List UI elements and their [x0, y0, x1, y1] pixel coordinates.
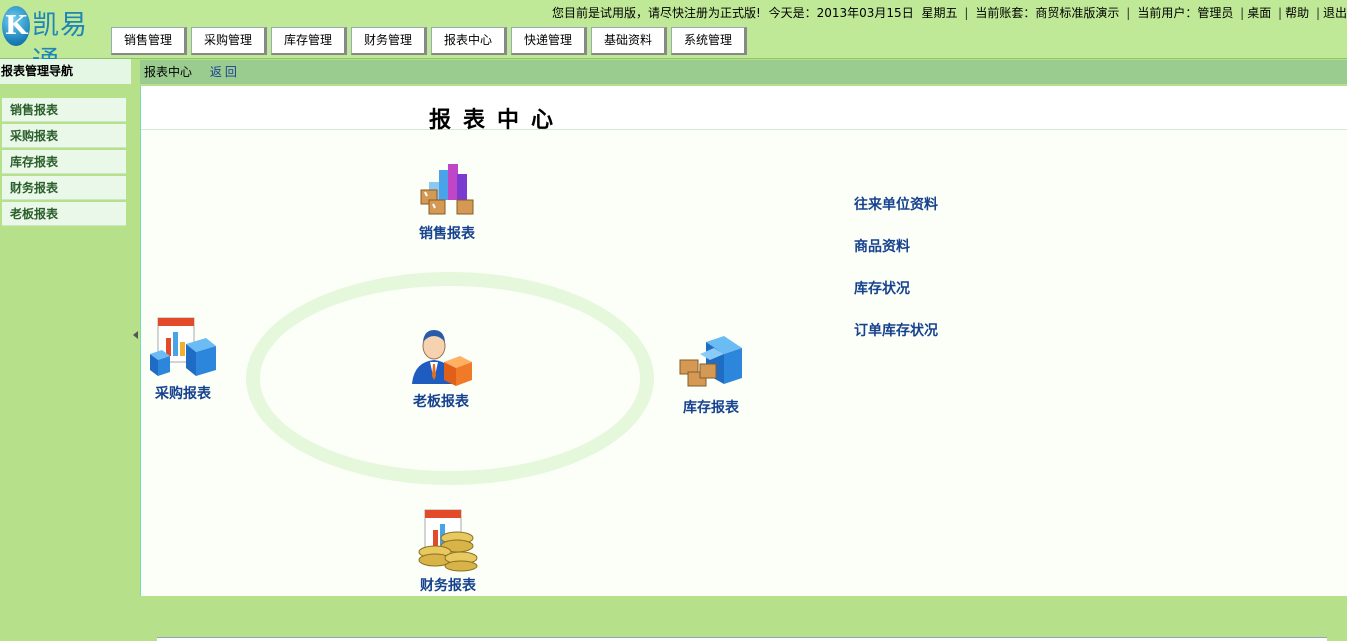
separator: |	[1315, 6, 1320, 20]
node-boss-report[interactable]: 老板报表	[406, 326, 476, 411]
desktop-link[interactable]: 桌面	[1247, 6, 1271, 20]
node-label: 老板报表	[413, 394, 469, 410]
menu-sales[interactable]: 销售管理	[111, 27, 187, 55]
node-label: 采购报表	[155, 386, 211, 402]
sidebar-item-sales-report[interactable]: 销售报表	[2, 98, 126, 122]
report-coins-icon	[418, 509, 478, 572]
separator: |	[964, 6, 969, 20]
app-logo: K 凯易通	[2, 6, 108, 77]
link-stock-status[interactable]: 库存状况	[854, 278, 938, 298]
warehouse-house-icon	[679, 336, 742, 387]
node-label: 销售报表	[419, 226, 475, 242]
sidebar-item-boss-report[interactable]: 老板报表	[2, 202, 126, 226]
node-sales-report[interactable]: 销售报表	[415, 160, 479, 243]
menu-base-data[interactable]: 基础资料	[591, 27, 667, 55]
node-inventory-report[interactable]: 库存报表	[677, 334, 745, 417]
menu-express[interactable]: 快递管理	[511, 27, 587, 55]
breadcrumb: 报表中心 返回	[140, 60, 1347, 84]
link-order-stock-status[interactable]: 订单库存状况	[854, 320, 938, 340]
menu-inventory[interactable]: 库存管理	[271, 27, 347, 55]
current-user: 当前用户：管理员	[1137, 6, 1234, 20]
back-link[interactable]: 返回	[210, 65, 240, 79]
help-link[interactable]: 帮助	[1285, 6, 1309, 20]
logout-link[interactable]: 退出	[1323, 6, 1347, 20]
report-blue-cube-icon	[150, 317, 216, 376]
separator: |	[1240, 6, 1245, 20]
node-finance-report[interactable]: 财务报表	[413, 508, 483, 595]
logo-k-icon: K	[2, 6, 30, 46]
node-purchase-report[interactable]: 采购报表	[147, 316, 219, 403]
weekday: 星期五	[921, 6, 958, 20]
sidebar-splitter[interactable]	[131, 59, 140, 596]
node-label: 财务报表	[420, 578, 476, 594]
manager-person-icon	[412, 330, 472, 386]
sidebar-item-purchase-report[interactable]: 采购报表	[2, 124, 126, 148]
sidebar-item-inventory-report[interactable]: 库存报表	[2, 150, 126, 174]
link-partner-info[interactable]: 往来单位资料	[854, 194, 938, 214]
link-product-info[interactable]: 商品资料	[854, 236, 938, 256]
title-area: 报表中心	[141, 86, 1347, 133]
top-info-bar: 您目前是试用版，请尽快注册为正式版! 今天是：2013年03月15日 星期五 |…	[548, 5, 1347, 21]
menu-purchase[interactable]: 采购管理	[191, 27, 267, 55]
collapse-arrow-icon[interactable]	[133, 331, 138, 339]
main-content: 报表中心 销售报表 采购报表 老板报表 库存报表 财务报表 往来单位资料 商品资…	[140, 86, 1347, 641]
sidebar-item-finance-report[interactable]: 财务报表	[2, 176, 126, 200]
quick-links: 往来单位资料 商品资料 库存状况 订单库存状况	[854, 194, 938, 362]
report-diagram: 销售报表 采购报表 老板报表 库存报表 财务报表 往来单位资料 商品资料 库存状…	[141, 130, 1347, 641]
breadcrumb-current: 报表中心	[144, 65, 193, 79]
sidebar-list: 销售报表 采购报表 库存报表 财务报表 老板报表	[0, 98, 131, 226]
main-menu: 销售管理 采购管理 库存管理 财务管理 报表中心 快递管理 基础资料 系统管理	[111, 27, 751, 55]
menu-finance[interactable]: 财务管理	[351, 27, 427, 55]
separator: |	[1126, 6, 1131, 20]
sidebar-title: 报表管理导航	[0, 59, 131, 84]
top-header: K 凯易通 您目前是试用版，请尽快注册为正式版! 今天是：2013年03月15日…	[0, 0, 1347, 77]
left-sidebar: 报表管理导航 销售报表 采购报表 库存报表 财务报表 老板报表	[0, 59, 131, 596]
menu-system[interactable]: 系统管理	[671, 27, 747, 55]
today-date: 今天是：2013年03月15日	[768, 6, 914, 20]
trial-notice: 您目前是试用版，请尽快注册为正式版!	[551, 6, 761, 20]
node-label: 库存报表	[683, 400, 739, 416]
separator: |	[1278, 6, 1283, 20]
horizontal-scrollbar[interactable]	[157, 637, 1327, 641]
menu-reports[interactable]: 报表中心	[431, 27, 507, 55]
current-account: 当前账套：商贸标准版演示	[975, 6, 1120, 20]
bar-chart-boxes-icon	[420, 164, 474, 215]
